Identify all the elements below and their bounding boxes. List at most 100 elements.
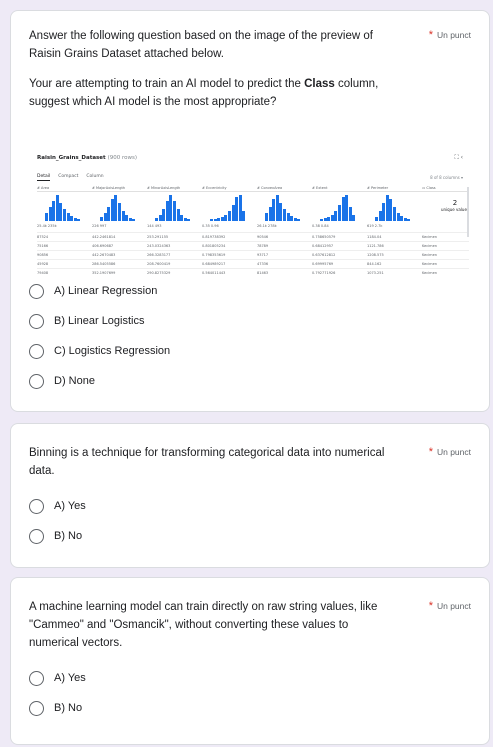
preview-title: Raisin_Grains_Dataset (900 rows) [37,155,137,161]
radio-icon[interactable] [29,373,44,389]
preview-header-cell: # MajorAxisLength [92,186,126,190]
histogram-bar [176,209,180,221]
histogram-bar [162,209,166,221]
question-3-points: * Un punct [429,600,471,612]
preview-tabs: Detail Compact Column [37,174,104,181]
q3-option-b-label: B) No [54,702,83,714]
preview-data-row: 45928 286.5405586 208.7600419 0.684989217 47… [37,259,469,268]
q1-option-a[interactable]: A) Linear Regression [29,281,157,301]
radio-icon[interactable] [29,498,44,514]
radio-icon[interactable] [29,313,44,329]
q2-option-a[interactable]: A) Yes [29,496,86,516]
preview-data-row: 87524 442.2461814 253.291155 0.819738392 905… [37,232,469,241]
q3-option-a-label: A) Yes [54,672,86,684]
histogram-bar [48,207,52,221]
histogram-bar [114,195,118,221]
preview-cell: 1121.786 [367,244,384,248]
histogram-bar [165,201,169,221]
preview-cell: 0.637612812 [312,253,336,257]
histogram-bar [128,218,132,221]
preview-header-cell: # MinorAxisLength [147,186,181,190]
q1-option-d-label: D) None [54,375,95,387]
required-star-icon: * [428,29,433,41]
preview-cell: 290.8275329 [147,271,171,275]
preview-header-row: # Area # MajorAxisLength # MinorAxisLength… [37,186,469,192]
histogram-bar [338,205,341,221]
preview-cell: 93717 [257,253,269,257]
histogram-bar [45,213,48,221]
question-1-body: Your are attempting to train an AI model… [29,75,401,111]
histogram-bar [110,199,114,221]
histogram-bar [155,218,158,221]
question-1-body-part1: Your are attempting to train an AI model… [29,78,305,90]
histogram-bar [389,199,393,221]
histogram-bar [348,207,352,221]
q2-option-b[interactable]: B) No [29,526,82,546]
preview-cell: 352.1907699 [92,271,116,275]
histogram-bar [77,219,81,221]
histogram-bar [173,201,176,221]
preview-range-label: 619 2.7k [367,224,383,228]
preview-cell: 81463 [257,271,269,275]
q2-option-b-label: B) No [54,530,83,542]
q1-option-b[interactable]: B) Linear Logistics [29,311,145,331]
histogram-bar [323,218,327,221]
radio-icon[interactable] [29,283,44,299]
histogram-bar [73,218,77,221]
q3-option-b[interactable]: B) No [29,698,82,718]
preview-cell: 79408 [37,271,49,275]
histogram-bar [341,197,345,221]
histogram-bar [283,209,286,221]
preview-cell: 1208.575 [367,253,384,257]
radio-icon[interactable] [29,528,44,544]
q3-option-a[interactable]: A) Yes [29,668,86,688]
q1-option-c[interactable]: C) Logistics Regression [29,341,170,361]
points-label: Un punct [436,601,471,611]
histogram-bar [290,216,294,221]
preview-histogram [375,193,415,221]
histogram-bar [345,195,349,221]
histogram-bar [403,218,407,221]
preview-cell: 406.690687 [92,244,114,248]
histogram-bar [293,218,297,221]
histogram-bar [352,215,356,221]
preview-cell: 253.291155 [147,235,169,239]
preview-histogram [210,193,250,221]
radio-icon[interactable] [29,670,44,686]
histogram-bar [180,215,184,221]
histogram-bar [121,211,125,221]
histogram-bar [235,197,239,221]
histogram-bar [320,219,323,221]
preview-cell: Kecimen [422,271,437,275]
histogram-bar [327,217,331,221]
preview-cell: 442.2461814 [92,235,116,239]
histogram-bar [272,199,276,221]
histogram-bar [55,195,59,221]
histogram-bar [330,215,334,221]
preview-cell: 286.5405586 [92,262,116,266]
question-1-text: Answer the following question based on t… [29,27,401,123]
preview-cell: 47336 [257,262,269,266]
histogram-bar [265,213,268,221]
histogram-bar [378,211,382,221]
preview-cell: 0.68412957 [312,244,334,248]
radio-icon[interactable] [29,343,44,359]
histogram-bar [279,203,283,221]
histogram-bar [382,203,386,221]
histogram-bar [238,195,242,221]
q1-option-a-label: A) Linear Regression [54,285,158,297]
question-card-1: Answer the following question based on t… [10,10,490,412]
preview-class-label: unique values [441,207,469,212]
histogram-bar [228,211,231,221]
preview-data-row: 90856 442.2670483 266.3283177 0.798353619 93… [37,250,469,259]
histogram-bar [217,218,221,221]
radio-icon[interactable] [29,700,44,716]
q1-option-d[interactable]: D) None [29,371,95,391]
histogram-bar [59,203,63,221]
preview-range-label: 26.1k 278k [257,224,277,228]
preview-header-cell: # Eccentricity [202,186,227,190]
preview-scrollbar [467,187,469,237]
question-1-points: * Un punct [429,29,471,41]
preview-cell: 90856 [37,253,49,257]
histogram-bar [118,203,121,221]
